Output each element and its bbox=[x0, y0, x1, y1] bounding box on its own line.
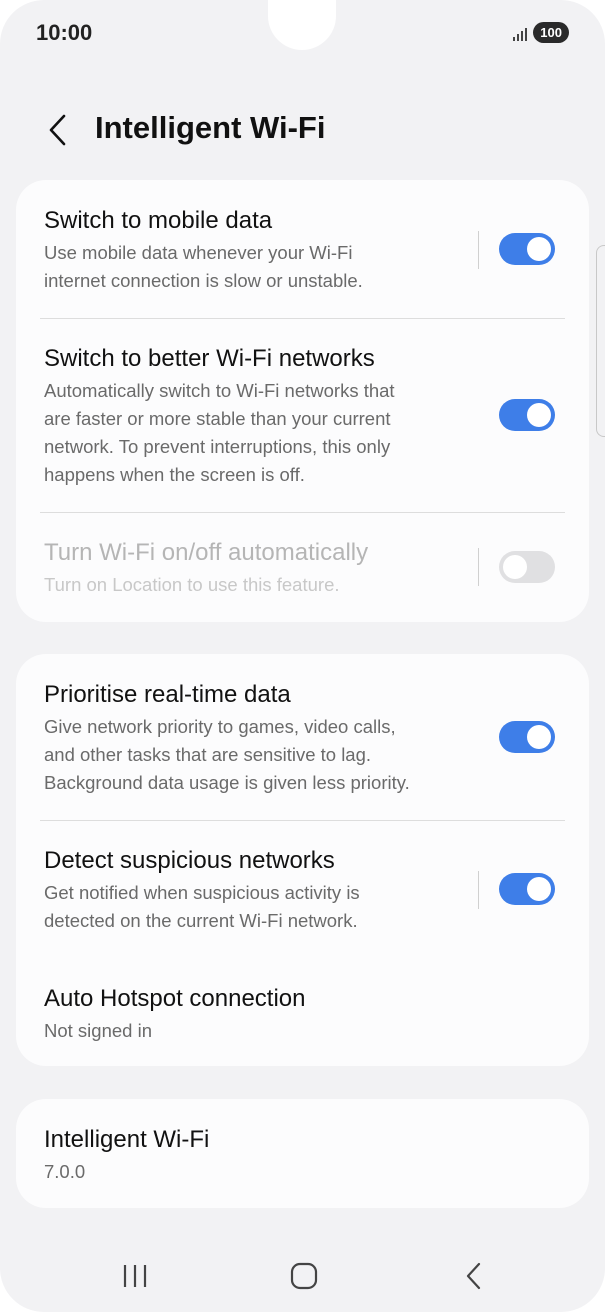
signal-icon bbox=[513, 25, 528, 41]
status-time: 10:00 bbox=[36, 20, 93, 45]
realtime-data-row[interactable]: Prioritise real-time data Give network p… bbox=[44, 680, 561, 797]
about-title: Intelligent Wi-Fi bbox=[44, 1126, 210, 1153]
realtime-data-subtitle: Give network priority to games, video ca… bbox=[44, 713, 561, 797]
subtitle-line: Use mobile data whenever your Wi-Fi bbox=[44, 242, 353, 263]
recents-button[interactable] bbox=[105, 1254, 165, 1298]
auto-hotspot-row[interactable]: Auto Hotspot connection Not signed in bbox=[44, 984, 561, 1045]
toggle-separator bbox=[478, 871, 479, 909]
battery-badge: 100 bbox=[533, 22, 569, 43]
back-button[interactable] bbox=[38, 110, 78, 150]
subtitle-line: Background data usage is given less prio… bbox=[44, 772, 410, 793]
subtitle-line: detected on the current Wi-Fi network. bbox=[44, 910, 358, 931]
subtitle-line: Turn on Location to use this feature. bbox=[44, 574, 340, 595]
better-wifi-toggle[interactable] bbox=[499, 399, 555, 431]
switch-mobile-data-row[interactable]: Switch to mobile data Use mobile data wh… bbox=[44, 206, 561, 295]
nav-back-icon bbox=[466, 1262, 481, 1290]
navigation-bar bbox=[0, 1240, 605, 1312]
suspicious-networks-subtitle: Get notified when suspicious activity is… bbox=[44, 879, 561, 935]
subtitle-line: and other tasks that are sensitive to la… bbox=[44, 744, 372, 765]
auto-hotspot-subtitle: Not signed in bbox=[44, 1020, 152, 1041]
subtitle-line: Automatically switch to Wi-Fi networks t… bbox=[44, 380, 395, 401]
app-header: Intelligent Wi-Fi bbox=[0, 100, 605, 160]
about-version: 7.0.0 bbox=[44, 1161, 86, 1182]
subtitle-line: internet connection is slow or unstable. bbox=[44, 270, 363, 291]
phone-screen: 10:00 100 Intelligent Wi-Fi Switch to mo… bbox=[0, 0, 605, 1312]
better-wifi-title: Switch to better Wi-Fi networks bbox=[44, 345, 375, 372]
switch-mobile-data-subtitle: Use mobile data whenever your Wi-Fi inte… bbox=[44, 239, 561, 295]
realtime-data-title: Prioritise real-time data bbox=[44, 681, 291, 708]
subtitle-line: are faster or more stable than your curr… bbox=[44, 408, 391, 429]
switch-mobile-data-toggle[interactable] bbox=[499, 233, 555, 265]
suspicious-networks-row[interactable]: Detect suspicious networks Get notified … bbox=[44, 846, 561, 935]
settings-card-1: Switch to mobile data Use mobile data wh… bbox=[16, 180, 589, 622]
auto-wifi-subtitle: Turn on Location to use this feature. bbox=[44, 571, 561, 599]
status-icons: 100 bbox=[513, 22, 569, 43]
recents-icon bbox=[123, 1265, 147, 1287]
auto-wifi-row[interactable]: Turn Wi-Fi on/off automatically Turn on … bbox=[44, 538, 561, 599]
toggle-separator bbox=[478, 231, 479, 269]
suspicious-networks-title: Detect suspicious networks bbox=[44, 847, 335, 874]
settings-card-2: Prioritise real-time data Give network p… bbox=[16, 654, 589, 1066]
toggle-separator bbox=[478, 548, 479, 586]
page-title: Intelligent Wi-Fi bbox=[95, 110, 326, 145]
divider bbox=[40, 318, 565, 319]
realtime-data-toggle[interactable] bbox=[499, 721, 555, 753]
divider bbox=[40, 512, 565, 513]
better-wifi-subtitle: Automatically switch to Wi-Fi networks t… bbox=[44, 377, 561, 489]
subtitle-line: Give network priority to games, video ca… bbox=[44, 716, 396, 737]
about-card[interactable]: Intelligent Wi-Fi 7.0.0 bbox=[16, 1099, 589, 1208]
subtitle-line: happens when the screen is off. bbox=[44, 464, 305, 485]
switch-mobile-data-title: Switch to mobile data bbox=[44, 207, 273, 234]
status-bar: 10:00 100 bbox=[0, 0, 605, 70]
about-row[interactable]: Intelligent Wi-Fi 7.0.0 bbox=[44, 1125, 561, 1186]
better-wifi-row[interactable]: Switch to better Wi-Fi networks Automati… bbox=[44, 344, 561, 489]
divider bbox=[40, 820, 565, 821]
scroll-indicator bbox=[596, 245, 605, 437]
auto-wifi-title: Turn Wi-Fi on/off automatically bbox=[44, 539, 369, 566]
auto-wifi-toggle[interactable] bbox=[499, 551, 555, 583]
suspicious-networks-toggle[interactable] bbox=[499, 873, 555, 905]
subtitle-line: network. To prevent interruptions, this … bbox=[44, 436, 391, 457]
home-icon bbox=[290, 1262, 318, 1290]
auto-hotspot-title: Auto Hotspot connection bbox=[44, 985, 306, 1012]
chevron-left-icon bbox=[49, 114, 66, 146]
home-button[interactable] bbox=[274, 1254, 334, 1298]
nav-back-button[interactable] bbox=[444, 1254, 504, 1298]
subtitle-line: Get notified when suspicious activity is bbox=[44, 882, 360, 903]
